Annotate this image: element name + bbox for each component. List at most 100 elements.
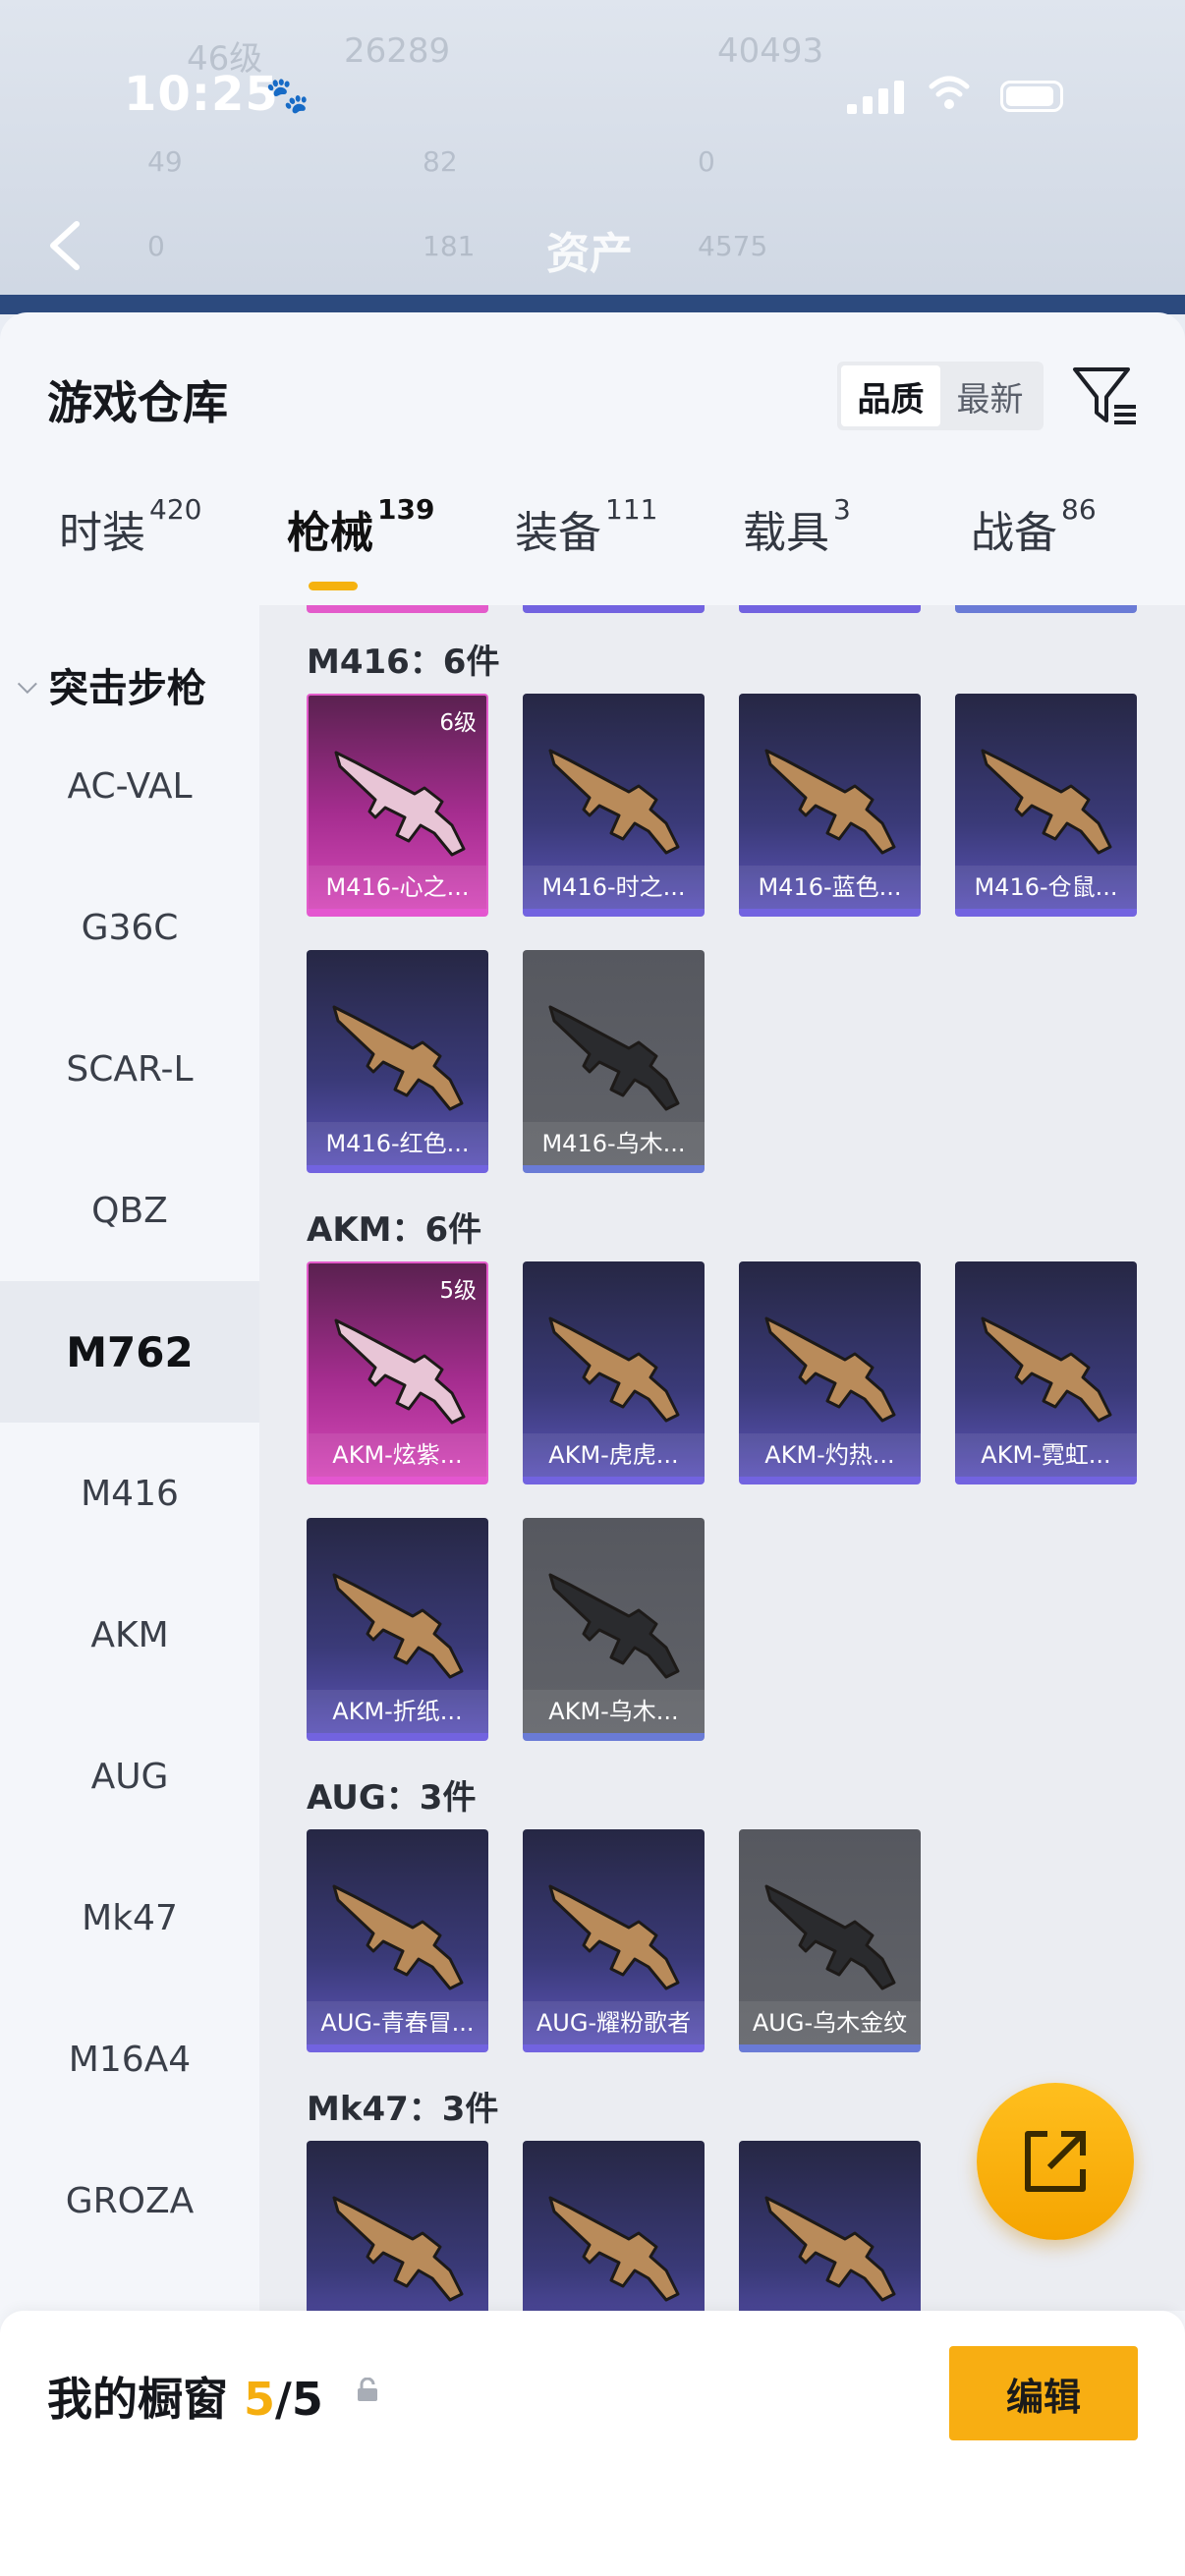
filter-icon[interactable] [1071,362,1140,430]
group-title: AUG：3件 [307,1778,477,1818]
tab-firearms[interactable]: 枪械 139 [287,493,434,590]
skin-name: M416-乌木... [523,1122,705,1165]
sidebar-item[interactable]: GROZA [0,2130,259,2271]
skin-name: AUG-青春冒... [307,2001,488,2044]
background-page: 46级 26289 40493 49 82 0 0 181 4575 资产 [0,0,1185,314]
skin-name: AKM-折纸... [307,1690,488,1733]
skin-name: AKM-虎虎... [523,1433,705,1477]
edit-button[interactable]: 编辑 [949,2346,1138,2440]
skin-card[interactable]: AKM-虎虎... [523,1261,705,1484]
skin-card[interactable]: AUG-耀粉歌者 [523,1829,705,2052]
group-title: AKM：6件 [307,1210,482,1250]
rifle-icon [332,1005,464,1111]
sidebar-item[interactable]: AUG [0,1706,259,1847]
showcase-label: 我的橱窗 [47,2373,228,2426]
skin-card[interactable] [307,2141,488,2311]
warehouse-sheet: 游戏仓库 品质 最新 时装 420 枪械 139 装备 111 载具 3 战备 86 ⌵ 突… [0,312,1185,2576]
skin-level-badge: 6级 [439,710,477,736]
skin-name: M416-红色... [307,1122,488,1165]
showcase-bar: 我的橱窗 5/5 编辑 [0,2311,1185,2576]
sheet-title: 游戏仓库 [47,376,228,429]
group-title: M416：6件 [307,643,500,682]
skin-name: AKM-乌木... [523,1690,705,1733]
tab-active-indicator [309,582,358,590]
showcase-count: 5 [244,2373,276,2426]
tab-fashion[interactable]: 时装 420 [59,493,201,560]
tab-label: 战备 [971,508,1057,558]
tab-count: 139 [377,493,435,526]
skin-card[interactable]: M416-仓鼠... [955,694,1137,917]
rifle-icon [548,749,680,855]
sidebar-item[interactable]: QBZ [0,1140,259,1281]
skin-name: AUG-乌木金纹 [739,2001,921,2044]
skin-level-badge: 5级 [439,1278,477,1304]
bg-value: 0 [698,145,715,178]
share-button[interactable] [977,2083,1134,2240]
rifle-icon [548,1573,680,1679]
tab-label: 装备 [515,508,601,558]
lock-icon [358,2378,377,2401]
sidebar-item[interactable]: SCAR-L [0,998,259,1140]
category-label: 突击步枪 [48,666,206,711]
tab-supplies[interactable]: 战备 86 [971,493,1097,560]
skin-card[interactable]: AKM-灼热... [739,1261,921,1484]
battery-icon [1000,81,1063,112]
rifle-icon [332,1573,464,1679]
status-bar: 10:25 🐾 [0,59,1185,138]
status-time: 10:25 [124,67,279,122]
rifle-icon [764,749,896,855]
skin-card[interactable]: M416-时之... [523,694,705,917]
skin-card[interactable]: 6级 M416-心之... [307,694,488,917]
skin-grid: M416：6件 6级 M416-心之... M416-时之... M416-蓝色... M… [259,605,1185,2311]
skin-card[interactable]: AKM-霓虹... [955,1261,1137,1484]
wifi-icon [928,73,971,122]
bg-value: 4575 [698,230,768,262]
skin-card[interactable]: M416-红色... [307,950,488,1173]
sidebar-item-selected[interactable]: M762 [0,1281,259,1423]
tab-label: 时装 [59,508,145,558]
sidebar-item[interactable]: M16A4 [0,1988,259,2130]
skin-card[interactable] [739,2141,921,2311]
skin-card[interactable]: AKM-乌木... [523,1518,705,1741]
tab-count: 420 [149,493,202,526]
rifle-icon [764,1884,896,1990]
tab-equipment[interactable]: 装备 111 [515,493,657,560]
skin-name: M416-时之... [523,866,705,909]
rifle-icon [981,1316,1112,1423]
skin-name: M416-仓鼠... [955,866,1137,909]
bg-value: 49 [147,145,183,178]
skin-card[interactable]: M416-蓝色... [739,694,921,917]
skin-card[interactable] [523,2141,705,2311]
rifle-icon [548,1316,680,1423]
skin-card[interactable]: AKM-折纸... [307,1518,488,1741]
sort-quality-button[interactable]: 品质 [841,365,940,426]
showcase-title: 我的橱窗 5/5 [47,2373,323,2426]
sidebar-item[interactable]: AC-VAL [0,715,259,857]
skin-card[interactable]: 5级 AKM-炫紫... [307,1261,488,1484]
tab-count: 3 [833,493,851,526]
sort-newest-button[interactable]: 最新 [940,365,1040,426]
skin-name: AKM-炫紫... [309,1433,486,1477]
rifle-icon [981,749,1112,855]
skin-card[interactable]: AUG-青春冒... [307,1829,488,2052]
signal-icon [847,81,906,114]
sort-toggle: 品质 最新 [837,362,1044,430]
showcase-total: 5 [291,2373,323,2426]
rifle-icon [334,1318,466,1425]
rifle-icon [764,2196,896,2302]
background-band [0,295,1185,314]
sidebar-item[interactable]: G36C [0,857,259,998]
back-icon[interactable] [45,218,85,273]
sidebar-item[interactable]: M416 [0,1423,259,1564]
sidebar-item[interactable]: Mk47 [0,1847,259,1988]
skin-name: AKM-灼热... [739,1433,921,1477]
nav-title: 资产 [546,229,633,279]
skin-card[interactable]: M416-乌木... [523,950,705,1173]
rifle-icon [332,2196,464,2302]
tab-vehicles[interactable]: 载具 3 [743,493,851,560]
category-header[interactable]: ⌵ 突击步枪 [18,656,206,713]
skin-card[interactable]: AUG-乌木金纹 [739,1829,921,2052]
sidebar-item[interactable]: AKM [0,1564,259,1706]
tab-count: 86 [1061,493,1097,526]
rifle-icon [764,1316,896,1423]
